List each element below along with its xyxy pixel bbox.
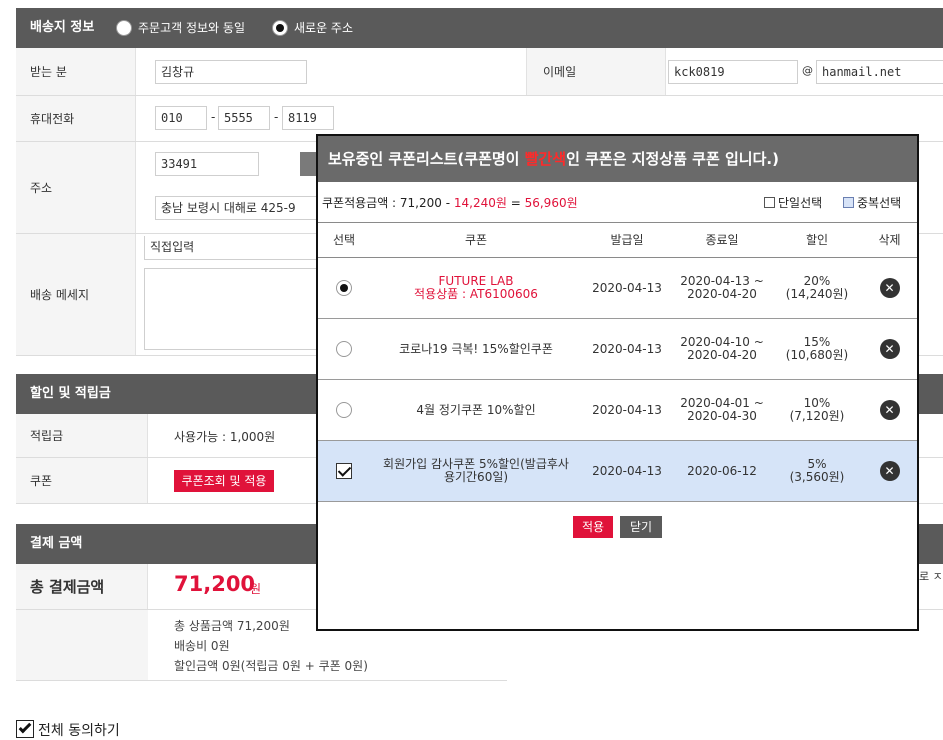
coupon-label: 쿠폰	[16, 458, 148, 503]
points-label: 적립금	[16, 414, 148, 457]
agree-all-label: 전체 동의하기	[38, 723, 120, 739]
coupon-row: FUTURE LAB 적용상품 : AT6100606 2020-04-13 20…	[318, 258, 917, 319]
zipcode-input[interactable]: 33491	[155, 152, 259, 176]
coupon-select-radio[interactable]	[336, 280, 352, 296]
col-end: 종료일	[705, 233, 739, 247]
email-domain-input[interactable]: hanmail.net	[816, 60, 943, 84]
coupon-row: 4월 정기쿠폰 10%할인 2020-04-13 2020-04-01 ~202…	[318, 380, 917, 441]
coupon-issued-date: 2020-04-13	[592, 341, 662, 356]
col-issued: 발급일	[610, 233, 644, 247]
message-label: 배송 메세지	[16, 234, 136, 355]
email-label: 이메일	[526, 48, 666, 95]
delete-coupon-icon[interactable]: ✕	[879, 278, 900, 298]
new-address-label: 새로운 주소	[294, 21, 354, 35]
total-unit: 원	[250, 582, 262, 596]
coupon-issued-date: 2020-04-13	[592, 280, 662, 295]
delete-coupon-icon[interactable]: ✕	[879, 461, 900, 481]
col-delete: 삭제	[878, 233, 901, 247]
multi-select-option[interactable]: 중복선택	[843, 194, 901, 211]
shipping-fee: 배송비 0원	[174, 639, 230, 653]
single-select-checkbox[interactable]	[764, 197, 775, 208]
phone-label: 휴대전화	[16, 96, 136, 141]
payment-section-title: 결제 금액	[30, 536, 83, 551]
coupon-issued-date: 2020-04-13	[592, 463, 662, 478]
points-value: 사용가능 : 1,000원	[174, 430, 276, 444]
coupon-end-date: 2020-04-01 ~2020-04-30	[680, 396, 764, 423]
phone-first-input[interactable]: 010	[155, 106, 207, 130]
col-discount: 할인	[805, 233, 829, 247]
same-as-orderer-radio[interactable]	[116, 20, 132, 36]
coupon-discount: 5% (3,560원)	[789, 457, 845, 484]
coupon-name: 4월 정기쿠폰 10%할인	[416, 402, 536, 417]
coupon-end-date: 2020-04-13 ~2020-04-20	[680, 274, 764, 301]
coupon-row: 코로나19 극복! 15%할인쿠폰 2020-04-13 2020-04-10 …	[318, 319, 917, 380]
coupon-issued-date: 2020-04-13	[592, 402, 662, 417]
coupon-discount: 15% (10,680원)	[785, 335, 849, 362]
coupon-discount: 20% (14,240원)	[785, 274, 849, 301]
coupon-end-date: 2020-04-10 ~2020-04-20	[680, 335, 764, 362]
address-label: 주소	[16, 142, 136, 233]
recipient-input[interactable]: 김창규	[155, 60, 307, 84]
total-amount: 71,200	[174, 572, 256, 596]
message-select[interactable]: 직접입력	[144, 236, 324, 260]
email-at-sign: @	[802, 64, 813, 77]
coupon-applied-summary: 쿠폰적용금액 : 71,200 - 14,240원 = 56,960원	[322, 196, 578, 210]
multi-select-checkbox[interactable]	[843, 197, 854, 208]
coupon-select-radio[interactable]	[336, 402, 352, 418]
recipient-label: 받는 분	[16, 48, 136, 95]
coupon-name: 코로나19 극복! 15%할인쿠폰	[399, 341, 553, 356]
coupon-lookup-button[interactable]: 쿠폰조회 및 적용	[174, 470, 274, 492]
total-side-text: 로 ㅈ	[919, 570, 943, 583]
phone-last-input[interactable]: 8119	[282, 106, 334, 130]
coupon-select-checkbox[interactable]	[336, 463, 352, 479]
apply-coupon-button[interactable]: 적용	[573, 516, 613, 538]
discount-total: 할인금액 0원(적립금 0원 + 쿠폰 0원)	[174, 659, 368, 673]
delete-coupon-icon[interactable]: ✕	[879, 400, 900, 420]
delete-coupon-icon[interactable]: ✕	[879, 339, 900, 359]
coupon-row: 회원가입 감사쿠폰 5%할인(발급후사 용기간60일) 2020-04-13 20…	[318, 441, 917, 502]
coupon-table-header: 선택 쿠폰 발급일 종료일 할인 삭제	[318, 222, 917, 258]
coupon-name: 회원가입 감사쿠폰 5%할인(발급후사 용기간60일)	[383, 457, 569, 484]
address-input[interactable]: 충남 보령시 대해로 425-9	[155, 196, 325, 220]
phone-separator: -	[274, 110, 279, 124]
col-select: 선택	[332, 233, 356, 247]
new-address-radio[interactable]	[272, 20, 288, 36]
coupon-select-radio[interactable]	[336, 341, 352, 357]
close-modal-button[interactable]: 닫기	[620, 516, 662, 538]
phone-separator: -	[211, 110, 216, 124]
phone-middle-input[interactable]: 5555	[218, 106, 270, 130]
total-label: 총 결제금액	[16, 564, 148, 609]
message-textarea[interactable]	[144, 268, 324, 350]
discount-section-title: 할인 및 적립금	[30, 386, 111, 401]
col-coupon: 쿠폰	[464, 233, 488, 247]
email-id-input[interactable]: kck0819	[668, 60, 798, 84]
coupon-list-modal: 보유중인 쿠폰리스트(쿠폰명이 빨간색인 쿠폰은 지정상품 쿠폰 입니다.) 쿠…	[316, 134, 919, 631]
coupon-name: FUTURE LAB 적용상품 : AT6100606	[414, 274, 538, 301]
coupon-end-date: 2020-06-12	[687, 463, 757, 478]
agree-all-checkbox[interactable]	[16, 720, 34, 738]
single-select-option[interactable]: 단일선택	[764, 194, 822, 211]
modal-title-highlight: 빨간색	[524, 150, 567, 168]
same-as-orderer-label: 주문고객 정보와 동일	[138, 21, 245, 35]
shipping-section-title: 배송지 정보	[30, 20, 95, 35]
coupon-discount: 10% (7,120원)	[789, 396, 845, 423]
modal-title: 보유중인 쿠폰리스트(쿠폰명이 빨간색인 쿠폰은 지정상품 쿠폰 입니다.)	[318, 136, 917, 182]
recipient-row: 받는 분 김창규 이메일 kck0819 @ hanmail.net	[16, 48, 943, 96]
